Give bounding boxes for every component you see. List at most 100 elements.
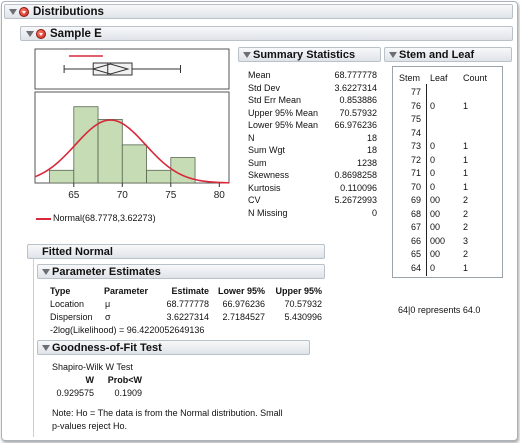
disclosure-icon[interactable] [243,52,251,58]
stem-value: 74 [410,127,421,138]
sample-header[interactable]: Sample E [20,26,513,41]
summary-stat-value: 0.110096 [340,182,377,193]
param-title: Parameter Estimates [52,266,161,278]
disclosure-icon[interactable] [42,345,50,351]
report-window: Distributions Sample E 65 70 75 80 Normal(6… [1,1,518,441]
histogram-chart: 65 70 75 80 [34,48,230,201]
summary-stat-label: Std Dev [248,82,281,93]
param-row-lower: 66.976236 [222,299,265,309]
count-value: 2 [463,222,469,232]
loglik-text: -2log(Likelihood) = 96.4220052649136 [50,325,205,335]
param-row-estimate: 68.777778 [166,299,209,309]
param-col-lower: Lower 95% [217,286,265,296]
legend: Normal(68.7778,3.62273) [36,213,236,225]
leaf-value: 0 [430,168,436,178]
x-tick-label: 70 [117,190,129,201]
gof-col-w: W [85,375,95,385]
stem-value: 76 [410,100,421,111]
param-row-upper: 5.430996 [284,312,322,322]
legend-swatch [36,218,51,220]
count-value: 1 [463,262,469,273]
disclosure-icon[interactable] [26,31,34,37]
summary-stat-value: 66.976236 [334,120,377,130]
count-value: 1 [463,154,469,165]
param-col-parameter: Parameter [104,286,149,296]
summary-stat-value: 3.6227314 [334,82,377,93]
histogram-bar [121,144,147,184]
summary-stat-label: Kurtosis [248,182,281,193]
summary-stat-value: 0.8698258 [334,170,377,180]
count-value: 2 [463,208,469,219]
param-row-symbol: σ [105,312,111,322]
count-value: 2 [463,195,469,205]
summary-stat-value: 5.2672993 [334,195,377,205]
leaf-col-header: Leaf [430,73,448,83]
disclosure-icon[interactable] [389,52,397,58]
red-triangle-menu-icon[interactable] [36,29,46,39]
parameter-estimates-header[interactable]: Parameter Estimates [37,264,325,279]
disclosure-icon[interactable] [9,9,17,15]
param-row-type: Dispersion [50,312,93,322]
stem-leaf-note: 64|0 represents 64.0 [398,305,481,315]
stem-value: 71 [410,168,421,178]
red-triangle-menu-icon[interactable] [19,7,29,17]
gof-test-name: Shapiro-Wilk W Test [52,362,133,372]
stem-leaf-box: Stem Leaf Count 77 76 0 1 75 74 73 0 1 72 0 1 71 0 1 70… [392,66,503,278]
param-row-upper: 70.57932 [284,299,322,309]
leaf-value: 0 [430,100,436,111]
param-row-symbol: μ [105,299,111,309]
stem-value: 66 [410,235,421,246]
gof-title: Goodness-of-Fit Test [52,342,162,354]
summary-stat-value: 68.777778 [334,70,377,80]
summary-stat-label: Skewness [248,170,290,180]
x-tick-label: 65 [68,190,80,201]
param-col-type: Type [50,286,71,296]
count-value: 2 [463,249,469,259]
leaf-value: 00 [430,249,441,259]
stem-value: 65 [410,249,421,259]
leaf-value: 00 [430,195,441,205]
summary-stat-value: 18 [366,132,377,143]
summary-stat-label: CV [248,195,261,205]
gof-p-value: 0.1909 [114,388,142,398]
summary-stat-label: Sum Wgt [248,145,286,155]
stem-value: 72 [410,154,421,165]
count-value: 1 [463,181,469,192]
histogram-bar [97,119,123,184]
param-col-estimate: Estimate [171,286,209,296]
leaf-value: 000 [430,235,446,246]
gof-col-p: Prob<W [107,375,142,385]
summary-stat-value: 0 [371,207,377,218]
fitted-section-rule [33,259,34,437]
goodness-of-fit-header[interactable]: Goodness-of-Fit Test [37,340,310,355]
summary-stat-label: Sum [248,157,267,168]
count-value: 1 [463,100,469,111]
stem-value: 69 [410,195,421,205]
stem-leaf-header[interactable]: Stem and Leaf [384,47,512,62]
distributions-header[interactable]: Distributions [4,4,513,19]
gof-note-line2: p-values reject Ho. [52,421,128,431]
leaf-value: 00 [430,208,441,219]
stem-value: 68 [410,208,421,219]
leaf-value: 0 [430,262,436,273]
stem-value: 64 [410,262,421,273]
leaf-value: 0 [430,181,436,192]
param-row-estimate: 3.6227314 [166,312,209,322]
disclosure-icon[interactable] [42,269,50,275]
summary-stat-value: 1238 [356,157,377,168]
stem-value: 73 [410,141,421,151]
stem-value: 70 [410,181,421,192]
summary-statistics-header[interactable]: Summary Statistics [238,47,381,62]
count-value: 1 [463,168,469,178]
window-title: Distributions [33,6,104,18]
summary-stat-label: N Missing [248,207,288,218]
fitted-normal-header[interactable]: Fitted Normal [27,244,325,259]
param-row-lower: 2.7184527 [222,312,265,322]
summary-stat-value: 18 [366,145,377,155]
param-row-type: Location [50,299,85,309]
summary-title: Summary Statistics [253,49,356,61]
histogram-bar [146,169,172,184]
summary-stat-value: 0.853886 [339,95,377,105]
summary-stat-label: Std Err Mean [248,95,302,105]
leaf-value: 00 [430,222,441,232]
